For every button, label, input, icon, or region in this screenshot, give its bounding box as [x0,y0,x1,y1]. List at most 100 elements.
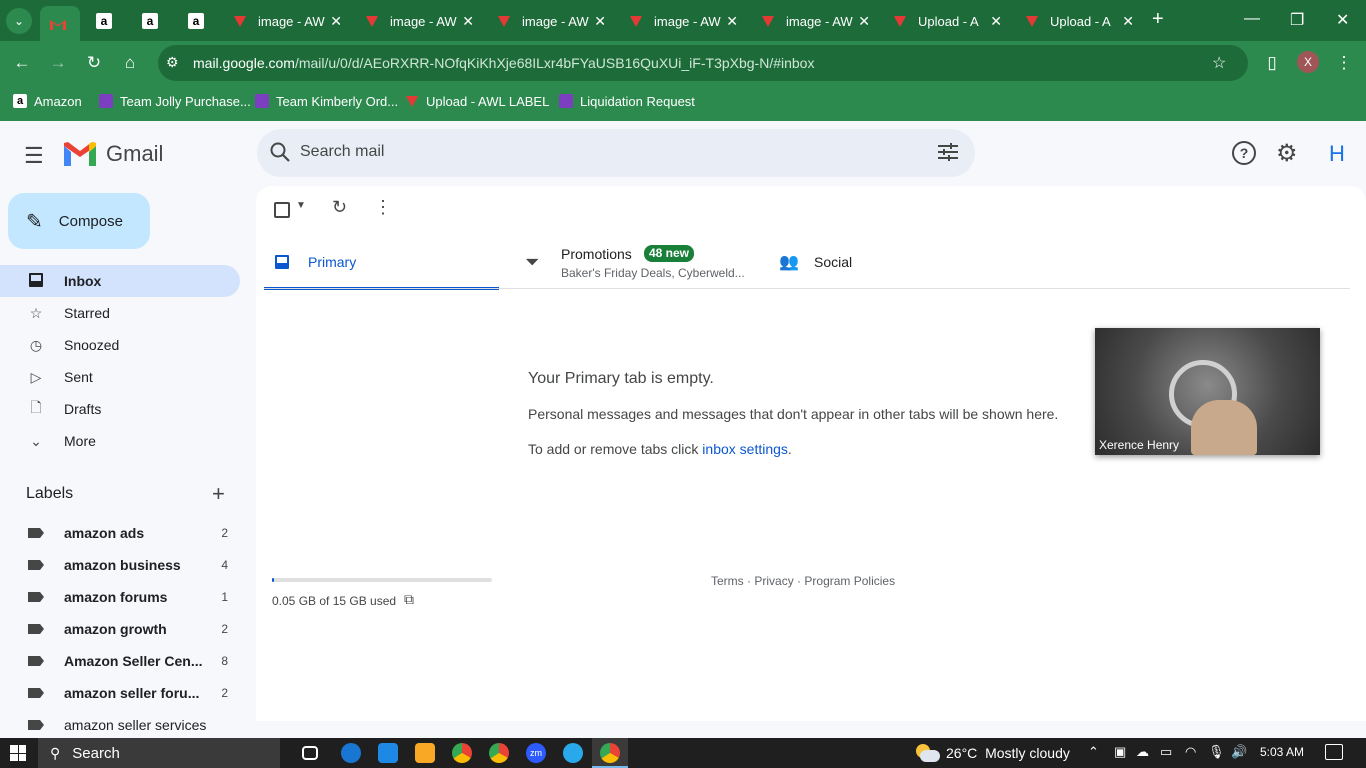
forward-arrow-icon[interactable]: → [48,53,68,73]
inbox-settings-link[interactable]: inbox settings [702,441,788,457]
browser-tab-amazon-3[interactable]: a [178,6,218,36]
nav-snoozed[interactable]: ◷ Snoozed [0,329,240,361]
browser-tab-amazon-1[interactable]: a [86,6,126,36]
account-avatar[interactable]: H [1322,139,1352,169]
browser-tab-image-5[interactable]: image - AW ✕ [750,6,880,36]
help-icon[interactable]: ? [1232,141,1256,165]
tab-social[interactable]: 👥 Social [749,236,999,290]
refresh-icon[interactable]: ↻ [332,197,347,218]
close-icon[interactable]: ✕ [990,13,1002,30]
menu-kebab-icon[interactable]: ⋮ [1334,53,1354,73]
close-window-button[interactable]: ✕ [1336,10,1349,30]
close-icon[interactable]: ✕ [726,13,738,30]
reload-icon[interactable]: ↻ [84,53,104,73]
chevron-up-icon[interactable]: ⌃ [1088,744,1099,760]
inbox-icon [26,272,46,291]
bookmark-team-kimberly[interactable]: Team Kimberly Ord... [254,93,398,109]
browser-tab-image-3[interactable]: image - AW ✕ [486,6,616,36]
privacy-link[interactable]: Privacy [754,574,793,588]
label-item[interactable]: Amazon Seller Cen... 8 [0,645,240,677]
back-arrow-icon[interactable]: ← [12,53,32,73]
side-panel-icon[interactable]: ▯ [1262,53,1282,73]
search-input[interactable]: Search mail [300,143,384,161]
microphone-icon[interactable]: 🎙 [1208,744,1225,760]
bookmark-label: Team Kimberly Ord... [276,93,399,109]
bookmark-liquidation[interactable]: Liquidation Request [558,93,695,109]
weather-cloud-icon[interactable] [914,742,940,764]
terms-link[interactable]: Terms [711,574,744,588]
home-icon[interactable]: ⌂ [120,53,140,73]
label-item[interactable]: amazon seller services [0,709,240,741]
select-dropdown-icon[interactable]: ▼ [296,200,306,211]
zoom-icon[interactable]: zm [526,743,546,763]
address-bar[interactable]: ⚙ mail.google.com/mail/u/0/d/AEoRXRR-NOf… [158,45,1248,81]
settings-gear-icon[interactable]: ⚙ [1276,139,1298,168]
weather-widget[interactable]: 26°C Mostly cloudy [946,745,1070,761]
restore-button[interactable]: ❐ [1290,10,1304,30]
label-item[interactable]: amazon ads 2 [0,517,240,549]
meet-now-icon[interactable]: ▣ [1114,744,1126,760]
nav-more[interactable]: ⌄ More [0,425,240,457]
file-explorer-icon[interactable] [415,743,435,763]
edge-icon[interactable] [341,743,361,763]
browser-tab-gmail[interactable] [40,6,80,41]
search-icon[interactable] [269,141,291,163]
search-options-icon[interactable] [937,142,959,167]
volume-icon[interactable]: 🔊 [1231,744,1247,760]
nav-drafts[interactable]: 🗋 Drafts [0,393,240,425]
tab-search-button[interactable]: ⌄ [6,8,32,34]
bookmark-star-icon[interactable]: ☆ [1212,53,1226,73]
compose-button[interactable]: ✎ Compose [8,193,150,249]
program-policies-link[interactable]: Program Policies [804,574,895,588]
open-external-icon[interactable]: ⧉ [404,591,414,608]
close-icon[interactable]: ✕ [462,13,474,30]
bookmark-team-jolly[interactable]: Team Jolly Purchase... [98,93,251,109]
label-item[interactable]: amazon growth 2 [0,613,240,645]
tab-promotions[interactable]: ⏷ Promotions 48 new Baker's Friday Deals… [499,236,749,290]
telegram-icon[interactable] [563,743,583,763]
battery-icon[interactable]: ▭ [1160,744,1172,760]
bookmark-amazon[interactable]: a Amazon [12,93,82,109]
main-menu-icon[interactable]: ☰ [24,143,44,169]
nav-starred[interactable]: ☆ Starred [0,297,240,329]
close-icon[interactable]: ✕ [858,13,870,30]
more-options-icon[interactable]: ⋮ [374,197,392,218]
store-icon[interactable] [378,743,398,763]
new-tab-button[interactable]: + [1152,8,1164,31]
onedrive-cloud-icon[interactable]: ☁ [1136,744,1149,760]
video-call-thumbnail[interactable]: Xerence Henry [1095,328,1320,455]
browser-tab-image-1[interactable]: image - AW ✕ [222,6,352,36]
browser-tab-image-2[interactable]: image - AW ✕ [354,6,484,36]
label-item[interactable]: amazon forums 1 [0,581,240,613]
wifi-icon[interactable]: ◠ [1185,744,1196,760]
tab-label: Promotions [561,246,632,262]
task-view-icon[interactable] [302,746,318,760]
browser-tab-upload-2[interactable]: Upload - A ✕ [1014,6,1144,36]
windows-start-icon[interactable] [10,745,26,761]
close-icon[interactable]: ✕ [1122,13,1134,30]
gmail-logo[interactable]: Gmail [64,141,163,167]
clock-time[interactable]: 5:03 AM [1260,745,1304,759]
chrome-icon[interactable] [452,743,472,763]
notifications-icon[interactable] [1325,744,1343,760]
browser-tab-upload-1[interactable]: Upload - A ✕ [882,6,1012,36]
browser-tab-amazon-2[interactable]: a [132,6,172,36]
nav-inbox[interactable]: Inbox [0,265,240,297]
bookmark-upload-awl[interactable]: Upload - AWL LABEL [404,93,549,109]
close-icon[interactable]: ✕ [330,13,342,30]
minimize-button[interactable]: — [1244,10,1260,28]
label-item[interactable]: amazon seller foru... 2 [0,677,240,709]
add-label-icon[interactable]: + [212,481,225,507]
nav-sent[interactable]: ▷ Sent [0,361,240,393]
browser-tab-image-4[interactable]: image - AW ✕ [618,6,748,36]
site-info-icon[interactable]: ⚙ [166,54,179,71]
taskbar-search-box[interactable]: ⚲ Search [38,738,280,768]
tab-primary[interactable]: Primary [264,236,499,290]
search-bar[interactable]: Search mail [257,129,975,177]
select-all-checkbox[interactable] [274,202,290,218]
taskbar-active-chrome[interactable] [592,738,628,768]
close-icon[interactable]: ✕ [594,13,606,30]
profile-avatar[interactable]: X [1297,51,1319,73]
label-item[interactable]: amazon business 4 [0,549,240,581]
chrome-icon[interactable] [489,743,509,763]
